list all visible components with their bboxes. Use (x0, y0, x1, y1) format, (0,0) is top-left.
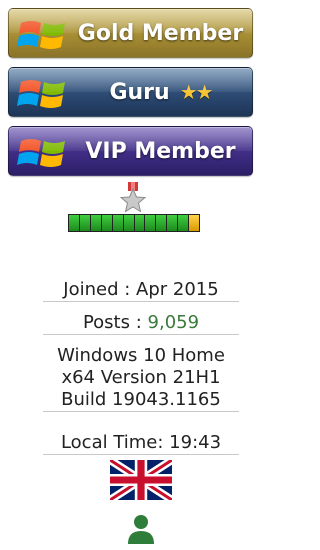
medal-star-icon (119, 182, 147, 213)
reputation-segment (134, 215, 145, 231)
star-icon: ★★ (179, 80, 214, 104)
vip-member-badge: VIP Member (8, 126, 253, 176)
reputation-segment (123, 215, 134, 231)
reputation-segment (112, 215, 123, 231)
posts-count-link[interactable]: 9,059 (148, 312, 200, 333)
windows-logo-icon (17, 139, 65, 167)
reputation-segment (90, 215, 101, 231)
system-line: x64 Version 21H1 (61, 367, 221, 388)
gold-member-badge: Gold Member (8, 8, 253, 58)
user-icon[interactable] (127, 514, 155, 544)
system-spec: Windows 10 Home x64 Version 21H1 Build 1… (43, 345, 239, 412)
reputation-segment (167, 215, 178, 231)
reputation-bar (68, 214, 200, 232)
reputation-segment (101, 215, 112, 231)
guru-badge: Guru ★★ (8, 67, 253, 117)
badge-label: Guru ★★ (109, 79, 214, 105)
reputation-segment (178, 215, 189, 231)
badge-label: VIP Member (85, 138, 236, 164)
reputation-segment (156, 215, 167, 231)
windows-logo-icon (17, 21, 65, 49)
post-count: Posts : 9,059 (43, 312, 239, 335)
reputation-segment (189, 215, 200, 231)
system-line: Windows 10 Home (57, 345, 225, 366)
posts-label: Posts : (82, 312, 142, 333)
reputation-segment (79, 215, 90, 231)
system-line: Build 19043.1165 (61, 389, 221, 410)
windows-logo-icon (17, 80, 65, 108)
reputation-segment (69, 215, 79, 231)
reputation-segment (145, 215, 156, 231)
joined-date: Joined : Apr 2015 (43, 279, 239, 302)
uk-flag-icon (110, 460, 172, 500)
local-time: Local Time: 19:43 (43, 432, 239, 455)
badge-label: Gold Member (77, 20, 244, 46)
